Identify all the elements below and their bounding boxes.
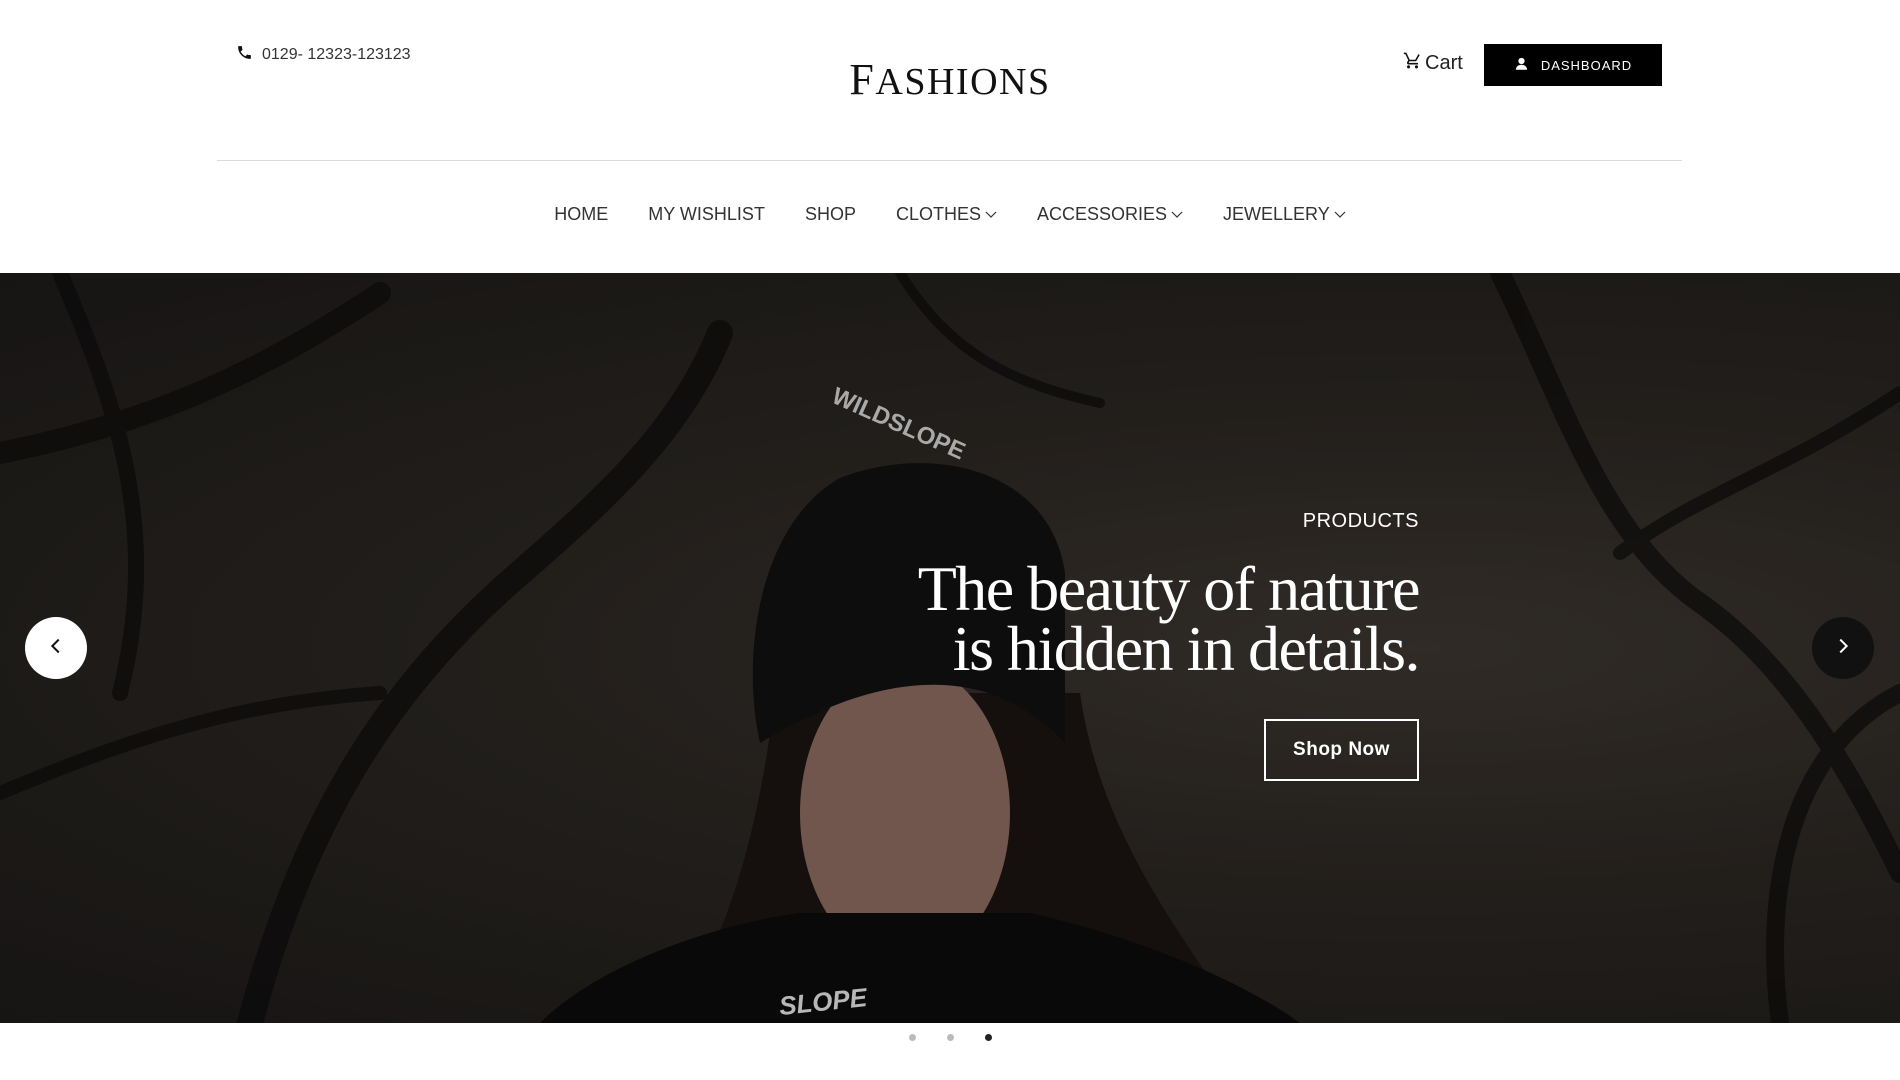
nav-label: HOME: [554, 203, 609, 224]
hero-kicker: PRODUCTS: [1302, 510, 1419, 532]
nav-item-shop[interactable]: SHOP: [805, 200, 856, 228]
logo-initial: F: [849, 55, 876, 104]
chevron-right-icon: [1832, 635, 1854, 662]
slider-dot[interactable]: [908, 1034, 916, 1041]
nav-label: ACCESSORIES: [1036, 203, 1168, 224]
nav-label: CLOTHES: [895, 203, 981, 224]
chevron-down-icon: [1171, 204, 1183, 225]
cart-icon: [1403, 51, 1422, 76]
hero-headline: The beauty of nature is hidden in detail…: [918, 557, 1421, 681]
cart-label: Cart: [1425, 52, 1463, 74]
user-icon: [1514, 56, 1529, 74]
slider-dot[interactable]: [946, 1034, 954, 1041]
nav-item-home[interactable]: HOME: [554, 200, 608, 228]
nav-item-jewellery[interactable]: JEWELLERY: [1223, 200, 1346, 228]
slider-dot[interactable]: [984, 1034, 992, 1041]
chevron-down-icon: [985, 204, 997, 225]
slider-prev-button[interactable]: [25, 617, 87, 679]
nav-label: MY WISHLIST: [648, 203, 765, 224]
dashboard-label: DASHBOARD: [1540, 57, 1633, 73]
hero-caption: PRODUCTS The beauty of nature is hidden …: [918, 510, 1421, 781]
main-nav: HOME MY WISHLIST SHOP CLOTHES ACCESSORIE…: [0, 200, 1900, 228]
shop-now-button[interactable]: Shop Now: [1264, 719, 1419, 781]
nav-item-clothes[interactable]: CLOTHES: [896, 200, 997, 228]
nav-label: JEWELLERY: [1223, 203, 1330, 224]
nav-item-accessories[interactable]: ACCESSORIES: [1037, 200, 1183, 228]
chevron-left-icon: [45, 635, 67, 662]
dashboard-button[interactable]: DASHBOARD: [1484, 44, 1662, 86]
slider-pagination: [0, 1034, 1900, 1041]
header-divider: [217, 160, 1682, 161]
cart-link[interactable]: Cart: [1403, 51, 1463, 76]
site-header: 0129- 12323-123123 FASHIONS Cart DASHBOA…: [0, 0, 1900, 273]
nav-label: SHOP: [804, 203, 856, 224]
hero-headline-line2: is hidden in details.: [952, 613, 1421, 684]
slider-next-button[interactable]: [1812, 617, 1874, 679]
hero-slider: WILDSLOPE SLOPE PRODUCTS The beauty of n…: [0, 273, 1900, 1023]
nav-item-my-wishlist[interactable]: MY WISHLIST: [648, 200, 765, 228]
chevron-down-icon: [1334, 204, 1346, 225]
logo-rest: ASHIONS: [875, 61, 1051, 103]
